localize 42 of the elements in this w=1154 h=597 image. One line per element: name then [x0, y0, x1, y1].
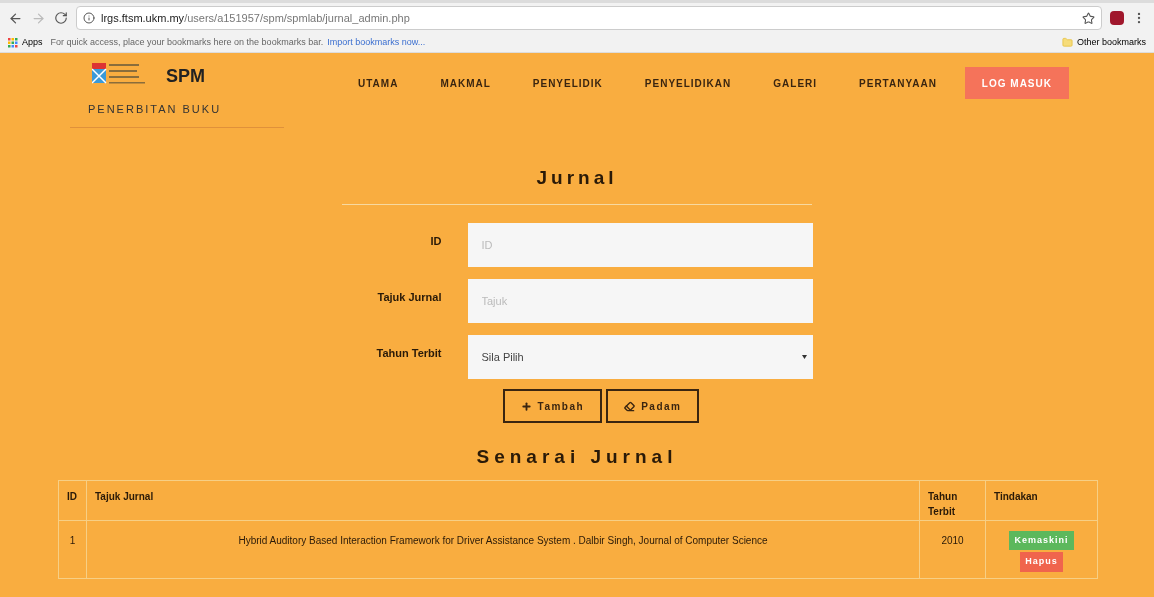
reload-icon[interactable] [54, 11, 68, 25]
brand-name[interactable]: SPM [166, 62, 205, 90]
back-icon[interactable] [8, 10, 23, 26]
nav-link[interactable]: GALERI [773, 75, 818, 91]
table-cell: 1 [58, 520, 87, 578]
folder-icon [1061, 37, 1073, 48]
list-title: Senarai Jurnal [476, 445, 678, 469]
site-subtitle: PENERBITAN BUKU [70, 101, 284, 128]
column-header: Tindakan [985, 480, 1098, 520]
dropdown-caret-icon [801, 355, 807, 359]
url-path: /users/a151957/spm/spmlab/jurnal_admin.php [184, 10, 410, 26]
nav-link[interactable]: UTAMA [358, 75, 399, 91]
column-header: ID [58, 480, 87, 520]
add-button[interactable]: Tambah [502, 389, 603, 423]
eraser-icon [624, 400, 636, 412]
column-header: Tahun Terbit [919, 480, 986, 520]
input-field[interactable]: ID [467, 223, 813, 267]
extension-icon[interactable] [1110, 11, 1124, 25]
field-label: ID [429, 234, 442, 249]
info-icon[interactable] [83, 12, 95, 24]
input-field[interactable]: Tajuk [467, 279, 813, 323]
form-title: Jurnal [536, 165, 618, 190]
apps-grid-icon[interactable] [8, 37, 18, 48]
column-header: Tajuk Jurnal [86, 480, 920, 520]
table-cell: Hybrid Auditory Based Interaction Framework for Driver Assistance System . Dalbir Singh, Journal of Computer Science [86, 520, 920, 578]
field-label: Tajuk Jurnal [376, 290, 442, 305]
field-label: Tahun Terbit [375, 346, 442, 361]
bookmarks-hint: For quick access, place your bookmarks here on the bookmarks bar. [50, 35, 324, 49]
erase-button[interactable]: Padam [606, 389, 700, 423]
year-select[interactable]: Sila Pilih [467, 335, 813, 379]
import-bookmarks-link[interactable]: Import bookmarks now... [327, 35, 426, 50]
table-cell: 2010 [919, 520, 986, 578]
bookmark-star-icon[interactable] [1082, 11, 1095, 25]
plus-icon [520, 400, 532, 412]
nav-link[interactable]: PENYELIDIK [532, 75, 603, 91]
url-host: lrgs.ftsm.ukm.my [101, 10, 185, 26]
apps-label[interactable]: Apps [22, 35, 43, 50]
nav-link[interactable]: PERTANYAAN [859, 75, 937, 91]
nav-link[interactable]: MAKMAL [440, 75, 491, 91]
address-bar[interactable]: lrgs.ftsm.ukm.my/users/a151957/spm/spmlab/jurnal_admin.php [76, 6, 1102, 30]
nav-link[interactable]: PENYELIDIKAN [644, 75, 732, 91]
other-bookmarks[interactable]: Other bookmarks [1076, 35, 1146, 50]
